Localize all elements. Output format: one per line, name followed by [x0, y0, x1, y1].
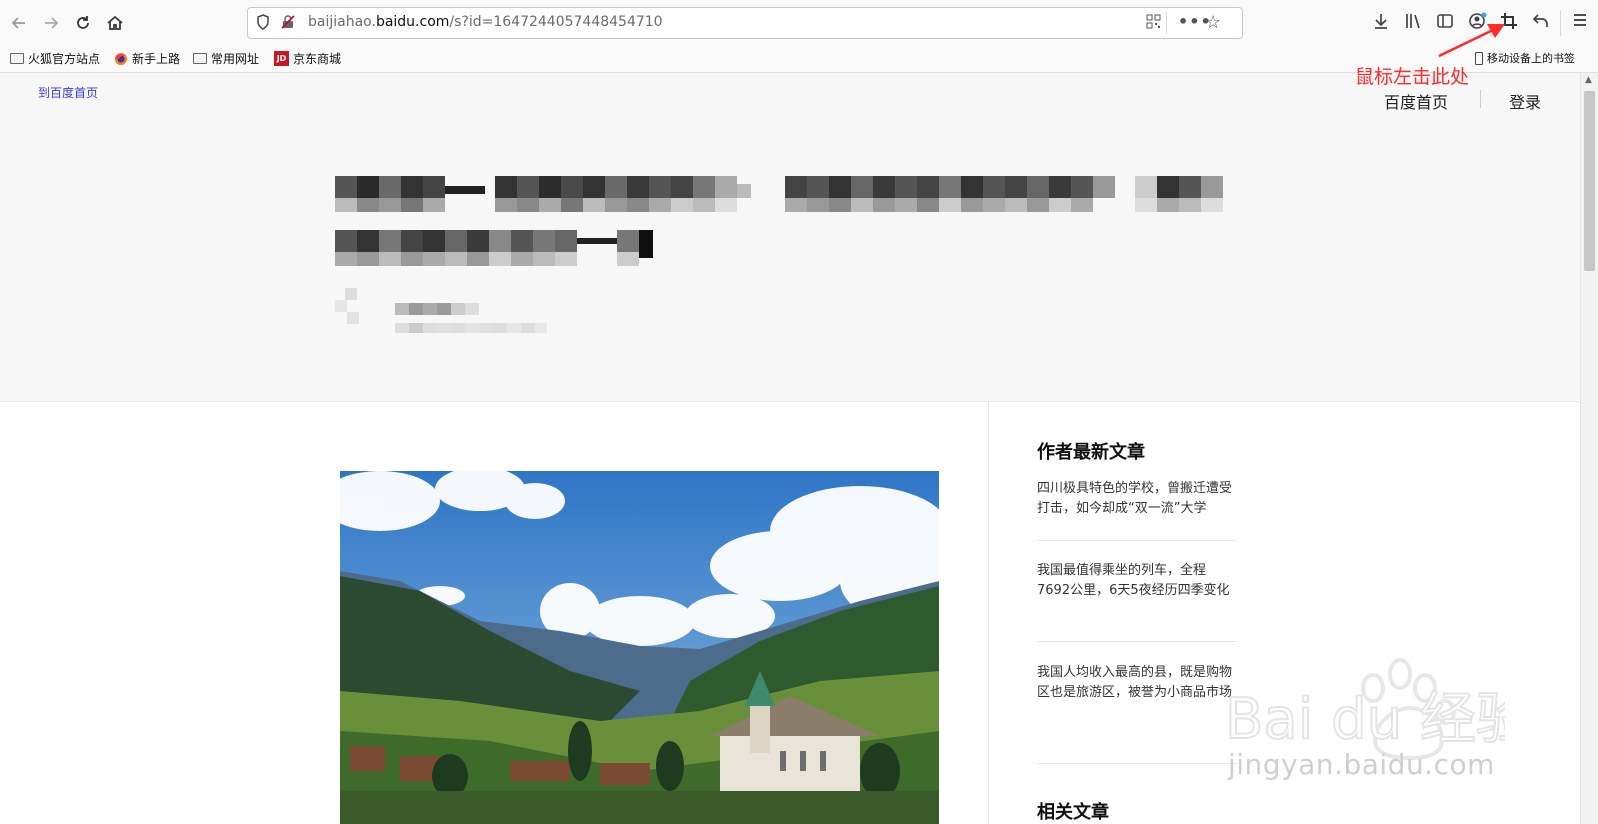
undo-close-tab-icon[interactable] [1532, 12, 1550, 35]
insecure-lock-icon[interactable] [280, 14, 296, 34]
pixelated-article-title [335, 176, 1223, 333]
article-title-area [0, 123, 1580, 402]
bookmark-label: 新手上路 [132, 52, 181, 66]
url-bar-divider [1166, 12, 1167, 34]
jd-icon: JD [274, 51, 289, 66]
download-icon[interactable] [1372, 12, 1390, 35]
page-scrollbar[interactable]: ▲ [1580, 73, 1598, 824]
forward-arrow-icon [45, 17, 59, 29]
bookmark-item[interactable]: JD 京东商城 [274, 50, 341, 67]
qr-code-icon[interactable] [1146, 14, 1161, 33]
bookmark-label: 常用网址 [211, 52, 260, 66]
home-icon [107, 15, 123, 30]
annotation-instruction: 鼠标左击此处 [1355, 66, 1470, 88]
login-link[interactable]: 登录 [1509, 89, 1541, 113]
back-button[interactable] [4, 8, 34, 38]
annotation-arrow-icon [1438, 24, 1505, 58]
author-latest-articles-title: 作者最新文章 [1037, 442, 1145, 463]
sidebar-article-link[interactable]: 我国最值得乘坐的列车，全程7692公里，6天5夜经历四季变化 [1037, 561, 1237, 601]
url-text[interactable]: baijiahao.baidu.com/s?id=164724405744845… [308, 14, 663, 30]
watermark-url: jingyan.baidu.com [1228, 748, 1495, 781]
bookmark-label: 京东商城 [293, 52, 342, 66]
home-button[interactable] [100, 8, 130, 38]
sidebar-separator [1037, 763, 1237, 764]
reload-icon [77, 16, 89, 29]
baidu-home-link[interactable]: 百度首页 [1384, 89, 1448, 113]
sidebar-article-link[interactable]: 我国人均收入最高的县，既是购物区也是旅游区，被誉为小商品市场 [1037, 663, 1237, 703]
back-arrow-icon [11, 17, 25, 29]
star-icon[interactable]: ☆ [1205, 12, 1221, 33]
library-icon[interactable] [1404, 12, 1422, 35]
reload-button[interactable] [68, 8, 98, 38]
shield-icon[interactable] [256, 14, 270, 34]
forward-button[interactable] [36, 8, 66, 38]
scrollbar-thumb[interactable] [1584, 91, 1595, 271]
toolbar-divider [1560, 10, 1561, 36]
hamburger-menu-icon[interactable] [1572, 12, 1588, 33]
bookmark-item[interactable]: 火狐官方站点 [10, 50, 100, 67]
url-bar[interactable]: baijiahao.baidu.com/s?id=164724405744845… [247, 7, 1243, 39]
related-articles-title: 相关文章 [1037, 802, 1109, 823]
scroll-up-arrow-icon[interactable]: ▲ [1585, 75, 1592, 85]
header-divider [1480, 90, 1481, 108]
page-header: 到百度首页 百度首页 登录 [0, 73, 1580, 123]
sidebar-divider [988, 401, 989, 824]
firefox-icon [115, 52, 127, 65]
article-landscape-image [340, 471, 939, 824]
sidebar-article-link[interactable]: 四川极具特色的学校，曾搬迁遭受打击，如今却成“双一流”大学 [1037, 479, 1237, 519]
back-to-baidu-link[interactable]: 到百度首页 [38, 84, 98, 101]
bookmark-item[interactable]: 新手上路 [114, 50, 180, 67]
bookmark-label: 火狐官方站点 [28, 52, 101, 66]
sidebar-separator [1037, 641, 1237, 642]
folder-icon [193, 53, 207, 64]
watermark-brand: Bai du 经验 [1225, 687, 1505, 752]
bookmark-item[interactable]: 常用网址 [193, 50, 259, 67]
sidebar-separator [1037, 540, 1237, 541]
browser-toolbar: baijiahao.baidu.com/s?id=164724405744845… [0, 0, 1598, 46]
folder-icon [10, 53, 24, 64]
